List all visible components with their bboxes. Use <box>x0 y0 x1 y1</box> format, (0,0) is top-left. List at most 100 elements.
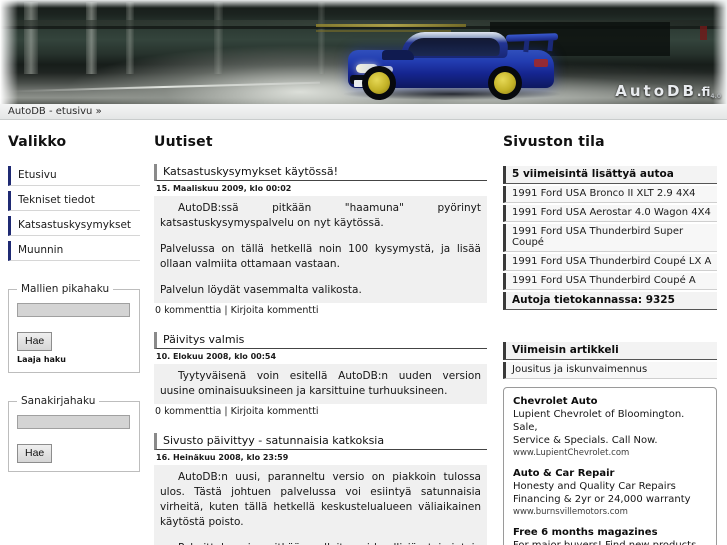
news-paragraph: Palvelussa on tällä hetkellä noin 100 ky… <box>160 243 481 270</box>
latest-article-link[interactable]: Jousitus ja iskunvaimennus <box>503 362 717 379</box>
latest-article-heading: Viimeisin artikkeli <box>503 342 717 360</box>
latest-article-box: Viimeisin artikkeli Jousitus ja iskunvai… <box>503 342 717 379</box>
page-body: Valikko Etusivu Tekniset tiedot Katsastu… <box>0 120 727 545</box>
logo-tld: .fi <box>696 85 711 99</box>
news-item-footer: 0 kommenttia | Kirjoita kommentti <box>154 303 487 316</box>
ad-line: Financing & 2yr or 24,000 warranty <box>513 494 691 505</box>
ad-line: Lupient Chevrolet of Bloomington. Sale, <box>513 409 685 433</box>
garage-pillar <box>318 2 325 74</box>
list-item[interactable]: 1991 Ford USA Thunderbird Coupé A <box>503 273 717 290</box>
yellow-stripe <box>316 24 466 27</box>
news-item-date: 16. Heinäkuu 2008, klo 23:59 <box>156 453 289 462</box>
news-item-heading[interactable]: Päivitys valmis <box>154 332 487 349</box>
dictionary-search-box: Sanakirjahaku Hae <box>8 395 140 472</box>
logo-name: AutoDB <box>615 82 697 100</box>
news-title: Uutiset <box>154 134 213 150</box>
news-item: Katsastuskysymykset käytössä! 15. Maalis… <box>154 164 487 316</box>
left-sidebar: Valikko Etusivu Tekniset tiedot Katsastu… <box>0 120 150 545</box>
news-paragraph: AutoDB:ssä pitkään "haamuna" pyörinyt ka… <box>160 202 481 229</box>
banner-edge-fade <box>0 0 727 8</box>
sidebar-item-tekniset-tiedot[interactable]: Tekniset tiedot <box>8 191 140 211</box>
site-logo[interactable]: AutoDB.fi4.0 <box>615 82 721 100</box>
ad-item[interactable]: Free 6 months magazines For major buyers… <box>513 527 707 545</box>
write-comment-link[interactable]: Kirjoita kommentti <box>231 305 319 316</box>
banner-edge-fade <box>0 0 18 104</box>
news-paragraph: AutoDB:n uusi, paranneltu versio on piak… <box>160 471 481 528</box>
ad-item[interactable]: Auto & Car Repair Honesty and Quality Ca… <box>513 468 707 517</box>
advertisement-block: Chevrolet Auto Lupient Chevrolet of Bloo… <box>503 387 717 545</box>
ad-url[interactable]: www.LupientChevrolet.com <box>513 448 707 458</box>
news-paragraph: Tyytyväisenä voin esitellä AutoDB:n uude… <box>160 370 481 397</box>
garage-pillar <box>86 2 97 74</box>
ad-line: Service & Specials. Call Now. <box>513 435 658 446</box>
list-item: Etusivu <box>8 166 140 186</box>
news-item: Sivusto päivittyy - satunnaisia katkoksi… <box>154 433 487 545</box>
garage-pillar <box>214 2 223 74</box>
ad-title[interactable]: Auto & Car Repair <box>513 468 707 479</box>
comment-count: 0 kommenttia <box>155 305 222 316</box>
dictionary-search-legend: Sanakirjahaku <box>21 395 96 407</box>
ad-title[interactable]: Free 6 months magazines <box>513 527 707 538</box>
list-item[interactable]: 1991 Ford USA Thunderbird Coupé LX A <box>503 254 717 271</box>
news-item: Päivitys valmis 10. Elokuu 2008, klo 00:… <box>154 332 487 417</box>
write-comment-link[interactable]: Kirjoita kommentti <box>231 406 319 417</box>
list-item[interactable]: 1991 Ford USA Aerostar 4.0 Wagon 4X4 <box>503 205 717 222</box>
dictionary-search-submit-button[interactable]: Hae <box>17 444 53 463</box>
footer-separator: | <box>224 305 228 316</box>
news-paragraph: Pahoittelen jo pitkään olleita virheelli… <box>160 541 481 545</box>
sidebar-item-muunnin[interactable]: Muunnin <box>8 241 140 261</box>
logo-version: 4.0 <box>710 93 721 100</box>
ad-line: Honesty and Quality Car Repairs <box>513 481 676 492</box>
news-item-body: AutoDB:ssä pitkään "haamuna" pyörinyt ka… <box>154 196 487 303</box>
quick-model-search-legend: Mallien pikahaku <box>21 283 110 295</box>
wheel <box>488 66 522 100</box>
footer-separator: | <box>224 406 228 417</box>
sidebar-item-etusivu[interactable]: Etusivu <box>8 166 140 186</box>
comment-count: 0 kommenttia <box>155 406 222 417</box>
right-sidebar: Sivuston tila 5 viimeisintä lisättyä aut… <box>495 120 727 545</box>
news-item-footer: 0 kommenttia | Kirjoita kommentti <box>154 404 487 417</box>
left-sidebar-title: Valikko <box>8 134 67 150</box>
news-item-body: AutoDB:n uusi, paranneltu versio on piak… <box>154 465 487 545</box>
garage-pillar <box>126 2 134 74</box>
latest-cars-heading: 5 viimeisintä lisättyä autoa <box>503 166 717 184</box>
gold-rim <box>494 72 516 94</box>
news-item-date: 10. Elokuu 2008, klo 00:54 <box>156 352 277 361</box>
dictionary-search-input[interactable] <box>17 415 130 429</box>
quick-model-search-box: Mallien pikahaku Hae Laaja haku <box>8 283 140 373</box>
header-banner: AutoDB.fi4.0 <box>0 0 727 104</box>
advanced-search-link[interactable]: Laaja haku <box>17 355 131 364</box>
list-item[interactable]: 1991 Ford USA Thunderbird Super Coupé <box>503 224 717 252</box>
wall-sign <box>700 26 707 40</box>
ad-item[interactable]: Chevrolet Auto Lupient Chevrolet of Bloo… <box>513 396 707 458</box>
ad-url[interactable]: www.burnsvillemotors.com <box>513 507 707 517</box>
gold-rim <box>368 72 390 94</box>
news-item-date: 15. Maaliskuu 2009, klo 00:02 <box>156 184 292 193</box>
list-item[interactable]: 1991 Ford USA Bronco II XLT 2.9 4X4 <box>503 186 717 203</box>
list-item: Tekniset tiedot <box>8 191 140 211</box>
news-column: Uutiset Katsastuskysymykset käytössä! 15… <box>150 120 495 545</box>
news-item-body: Tyytyväisenä voin esitellä AutoDB:n uude… <box>154 364 487 404</box>
quick-search-submit-button[interactable]: Hae <box>17 332 53 351</box>
garage-pillar <box>24 2 38 74</box>
quick-search-input[interactable] <box>17 303 130 317</box>
cars-total-count: Autoja tietokannassa: 9325 <box>503 292 717 310</box>
breadcrumb-link-home[interactable]: AutoDB - etusivu » <box>8 106 102 117</box>
breadcrumb: AutoDB - etusivu » <box>0 104 727 120</box>
hood-scoop <box>382 50 414 60</box>
floor-marking <box>10 81 320 93</box>
news-paragraph: Palvelun löydät vasemmalta valikosta. <box>160 284 362 296</box>
list-item: Katsastuskysymykset <box>8 216 140 236</box>
ad-line: For major buyers! Find new products <box>513 539 707 545</box>
main-menu: Etusivu Tekniset tiedot Katsastuskysymyk… <box>8 166 140 261</box>
sidebar-item-katsastuskysymykset[interactable]: Katsastuskysymykset <box>8 216 140 236</box>
news-item-heading[interactable]: Katsastuskysymykset käytössä! <box>154 164 487 181</box>
site-status-title: Sivuston tila <box>503 134 605 150</box>
blue-car-photo <box>338 28 568 100</box>
ad-title[interactable]: Chevrolet Auto <box>513 396 707 407</box>
car-windows <box>407 38 501 56</box>
list-item: Muunnin <box>8 241 140 261</box>
news-item-heading[interactable]: Sivusto päivittyy - satunnaisia katkoksi… <box>154 433 487 450</box>
wheel <box>362 66 396 100</box>
